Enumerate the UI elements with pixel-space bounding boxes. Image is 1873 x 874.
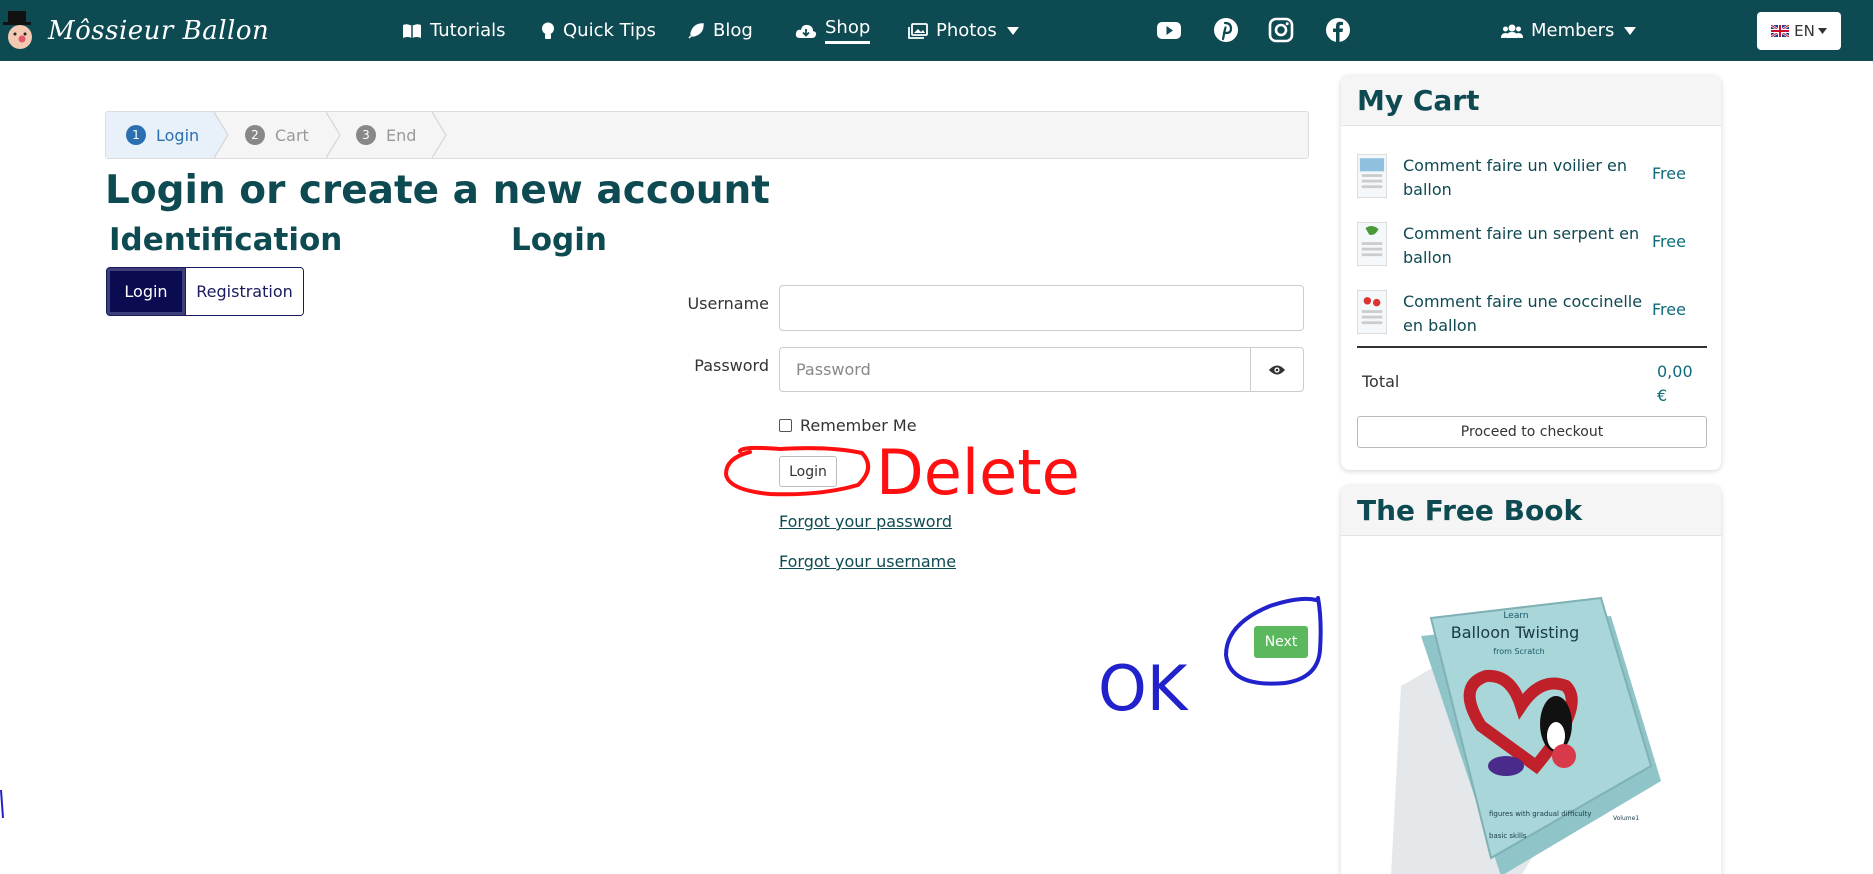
password-input[interactable]: Password [779,347,1251,392]
book-volume: Volume1 [1613,815,1639,822]
delete-annotation: Delete [876,436,1080,509]
book-bullet-1: figures with gradual difficulty [1489,810,1592,818]
free-book-title: The Free Book [1341,486,1721,536]
nav-shop[interactable]: Shop [795,0,871,61]
cart-item-name[interactable]: Comment faire un serpent en ballon [1403,222,1643,270]
nav-tutorials[interactable]: Tutorials [402,0,506,61]
nav-label: Blog [713,20,753,41]
cart-item-name[interactable]: Comment faire un voilier en ballon [1403,154,1643,202]
step-cart[interactable]: 2 Cart [245,112,309,158]
step-number: 2 [245,125,265,145]
book-title: Balloon Twisting [1451,623,1579,642]
next-button[interactable]: Next [1254,626,1308,658]
nav-label: Photos [936,20,997,41]
top-navbar: Môssieur Ballon Tutorials Quick Tips Blo… [0,0,1873,61]
nav-label: Tutorials [430,20,506,41]
chevron-down-icon [1624,26,1637,35]
eye-icon [1269,365,1285,374]
login-heading: Login [511,222,607,258]
remember-me-row: Remember Me [779,416,917,435]
instagram-icon[interactable] [1268,17,1294,43]
product-thumbnail [1357,290,1387,334]
nav-photos[interactable]: Photos [908,0,1027,61]
step-number: 1 [126,125,146,145]
cart-total-label: Total [1362,372,1400,391]
cart-title: My Cart [1341,76,1721,126]
page-title: Login or create a new account [105,168,770,213]
images-icon [908,22,928,39]
feather-icon [688,22,704,39]
ok-annotation: OK [1098,652,1189,725]
language-selector[interactable]: EN [1757,12,1841,50]
cart-item-name[interactable]: Comment faire une coccinelle en ballon [1403,290,1643,338]
cart-item[interactable]: Comment faire un voilier en ballon Free [1357,146,1707,206]
password-label: Password [694,356,769,375]
step-label: End [386,125,417,145]
brand-name: Môssieur Ballon [48,16,270,46]
facebook-icon[interactable] [1325,17,1351,43]
nav-label: Shop [825,17,871,44]
uk-flag-icon [1771,25,1790,37]
cart-item[interactable]: Comment faire une coccinelle en ballon F… [1357,282,1707,342]
language-label: EN [1794,22,1815,40]
identification-heading: Identification [109,222,343,258]
nav-label: Quick Tips [563,20,656,41]
step-label: Login [156,125,200,145]
login-submit-button[interactable]: Login [779,456,837,487]
step-number: 3 [356,125,376,145]
remember-me-checkbox[interactable] [779,419,792,432]
edge-mark [0,790,4,818]
forgot-password-link[interactable]: Forgot your password [779,512,952,531]
toggle-password-button[interactable] [1250,347,1304,392]
nav-blog[interactable]: Blog [687,0,753,61]
cart-item-price: Free [1652,232,1686,251]
brand-logo[interactable]: Môssieur Ballon [0,6,269,56]
free-book-card: The Free Book Learn Balloon Twisting fro… [1341,486,1721,874]
members-menu[interactable]: Members [1501,0,1644,61]
book-subtitle: from Scratch [1493,647,1544,656]
lightbulb-icon [542,22,554,39]
cart-total-value: 0,00 € [1657,362,1693,405]
identification-tabs: Login Registration [106,267,304,316]
users-icon [1501,24,1523,38]
step-separator [214,112,229,158]
product-thumbnail [1357,154,1387,198]
step-end[interactable]: 3 End [356,112,416,158]
username-input[interactable] [779,285,1304,331]
product-thumbnail [1357,222,1387,266]
username-label: Username [687,294,769,313]
step-separator [432,112,447,158]
my-cart-card: My Cart Comment faire un voilier en ball… [1341,76,1721,470]
cloud-download-icon [795,24,817,38]
book-icon [403,23,421,38]
tab-registration[interactable]: Registration [185,268,303,315]
book-small-title: Learn [1503,611,1528,621]
step-label: Cart [275,125,309,145]
members-label: Members [1531,20,1615,41]
forgot-username-link[interactable]: Forgot your username [779,552,956,571]
book-cover-image[interactable]: Learn Balloon Twisting from Scratch figu… [1361,576,1701,874]
youtube-icon[interactable] [1156,17,1182,43]
step-login[interactable]: 1 Login [106,112,216,158]
chevron-down-icon [1006,26,1019,35]
mascot-logo-icon [3,11,32,49]
checkout-steps: 1 Login 2 Cart 3 End [105,111,1309,159]
chevron-down-icon [1817,28,1827,34]
nav-quick-tips[interactable]: Quick Tips [541,0,656,61]
step-separator [326,112,341,158]
tab-login[interactable]: Login [107,268,185,315]
password-placeholder: Password [796,360,871,379]
cart-item-price: Free [1652,164,1686,183]
book-bullet-2: basic skills [1489,832,1527,840]
remember-me-label[interactable]: Remember Me [800,416,917,435]
cart-item[interactable]: Comment faire un serpent en ballon Free [1357,214,1707,274]
cart-item-price: Free [1652,300,1686,319]
pinterest-icon[interactable] [1213,17,1239,43]
cart-divider [1357,346,1707,348]
proceed-to-checkout-button[interactable]: Proceed to checkout [1357,416,1707,448]
